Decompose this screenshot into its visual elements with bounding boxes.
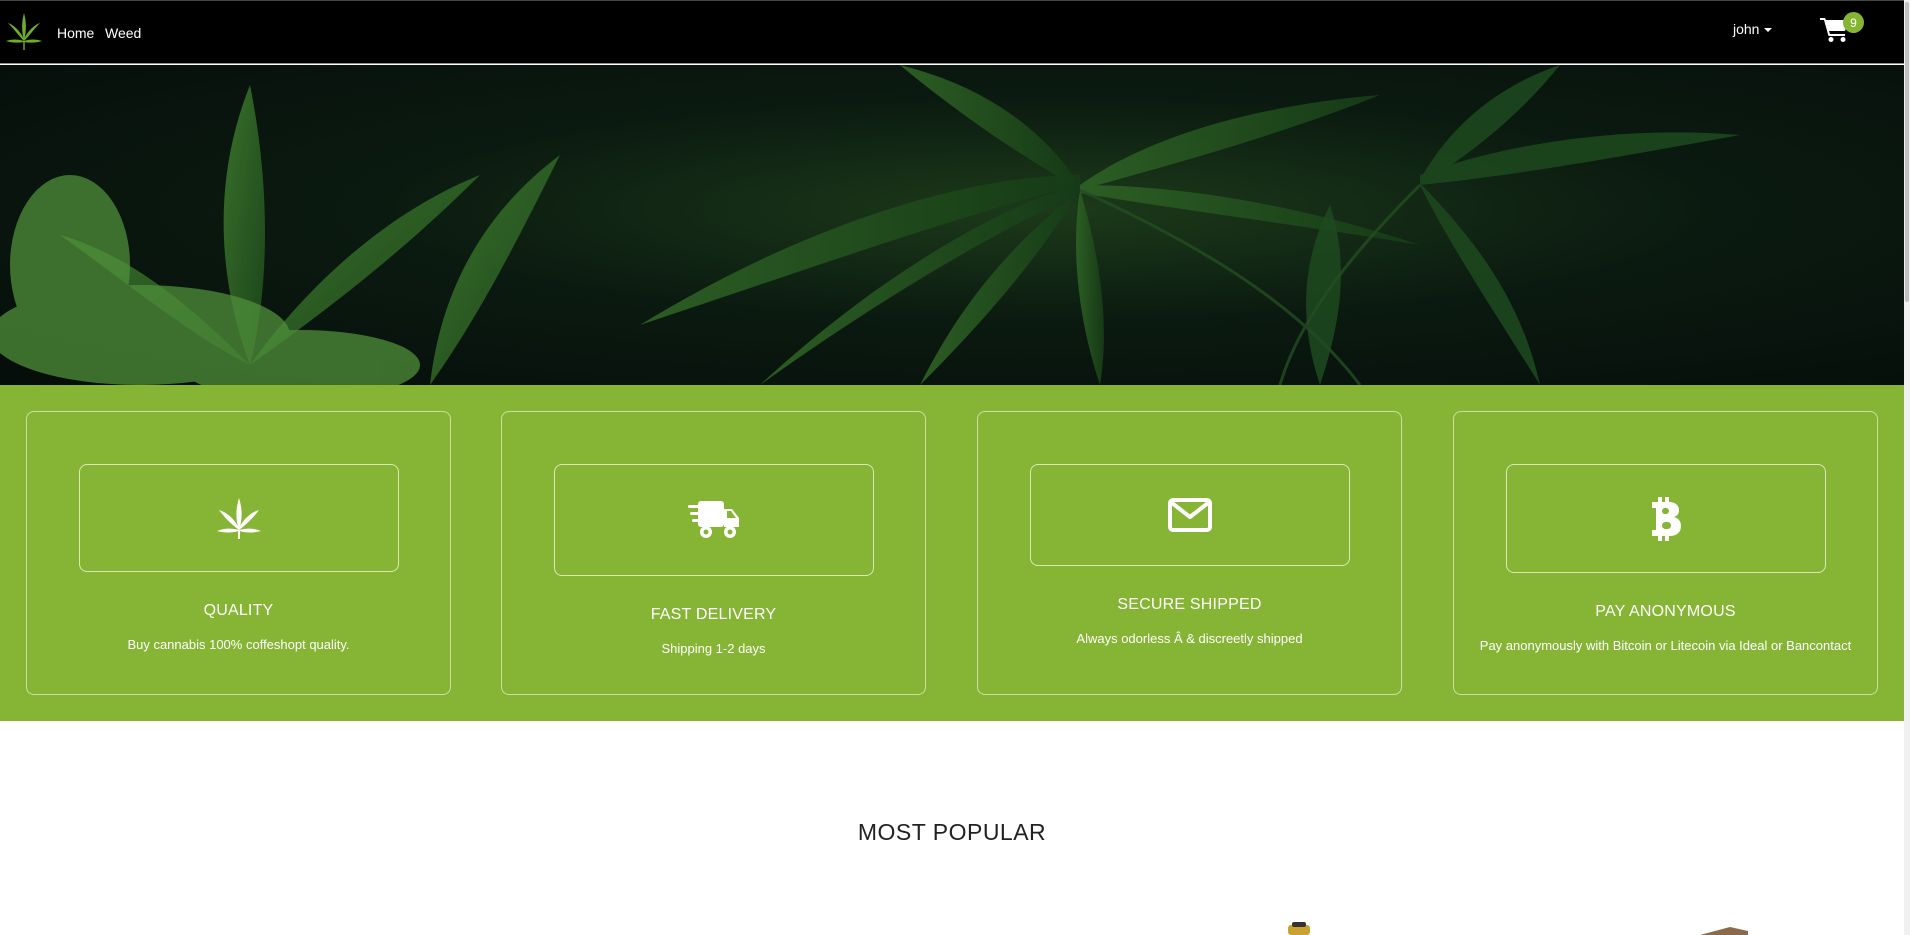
page-scrollbar[interactable] xyxy=(1904,0,1910,935)
feature-title: PAY ANONYMOUS xyxy=(1595,603,1736,620)
feature-title: FAST DELIVERY xyxy=(650,606,777,623)
cart-count-badge: 9 xyxy=(1843,12,1864,33)
nav-weed-link[interactable]: Weed xyxy=(105,25,141,41)
feature-card-pay-anonymous: PAY ANONYMOUS Pay anonymously with Bitco… xyxy=(1453,411,1878,695)
hero-banner xyxy=(0,65,1904,385)
section-title-most-popular: MOST POPULAR xyxy=(857,819,1047,845)
user-dropdown[interactable]: john xyxy=(1733,21,1773,37)
feature-title: QUALITY xyxy=(203,602,274,619)
feature-text: Buy cannabis 100% coffeshopt quality. xyxy=(127,637,350,652)
feature-text: Always odorless Â & discreetly shipped xyxy=(1076,631,1303,646)
feature-card-quality: QUALITY Buy cannabis 100% coffeshopt qua… xyxy=(26,411,451,695)
caret-down-icon xyxy=(1764,27,1773,32)
feature-icon-box xyxy=(1030,464,1350,566)
navbar: Home Weed john 9 xyxy=(0,0,1904,64)
cannabis-leaf-icon[interactable] xyxy=(6,11,42,51)
feature-text: Pay anonymously with Bitcoin or Litecoin… xyxy=(1479,638,1852,653)
features-section: QUALITY Buy cannabis 100% coffeshopt qua… xyxy=(0,385,1904,721)
feature-icon-box xyxy=(79,464,399,572)
nav-home-link[interactable]: Home xyxy=(57,25,94,41)
bitcoin-icon xyxy=(1652,496,1681,541)
feature-title: SECURE SHIPPED xyxy=(1117,596,1262,613)
feature-text: Shipping 1-2 days xyxy=(661,641,766,656)
product-image[interactable] xyxy=(1700,921,1750,935)
scrollbar-thumb[interactable] xyxy=(1905,2,1909,302)
shipping-truck-icon xyxy=(688,501,739,538)
cannabis-leaf-icon xyxy=(217,498,261,539)
feature-icon-box xyxy=(554,464,874,576)
hero-leaves-image xyxy=(0,65,1740,385)
page: Home Weed john 9 QUALITY Buy cannabis 10… xyxy=(0,0,1910,935)
feature-card-secure-shipped: SECURE SHIPPED Always odorless Â & discr… xyxy=(977,411,1402,695)
envelope-icon xyxy=(1168,498,1212,532)
feature-icon-box xyxy=(1506,464,1826,573)
user-name: john xyxy=(1733,21,1760,37)
feature-card-fast-delivery: FAST DELIVERY Shipping 1-2 days xyxy=(501,411,926,695)
product-image[interactable] xyxy=(1280,921,1320,935)
